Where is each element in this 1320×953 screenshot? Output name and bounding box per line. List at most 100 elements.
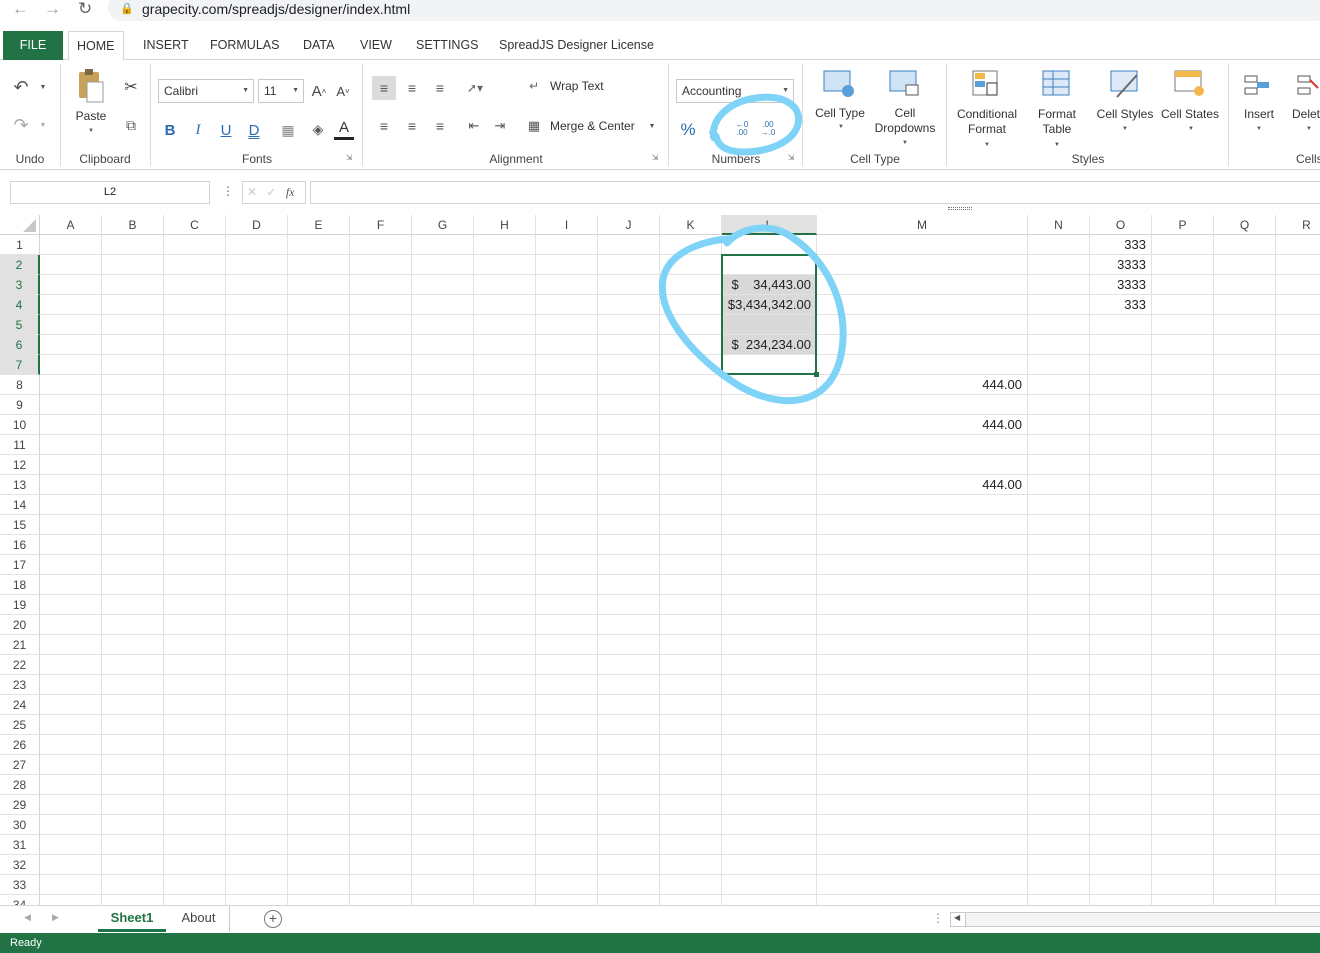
- row-header[interactable]: 10: [0, 415, 40, 435]
- tab-file[interactable]: FILE: [3, 31, 63, 60]
- row-header[interactable]: 11: [0, 435, 40, 455]
- row-header[interactable]: 13: [0, 475, 40, 495]
- undo-icon[interactable]: ↶: [8, 76, 34, 98]
- font-size-select[interactable]: 11 ▼: [258, 79, 304, 103]
- conditional-format-button[interactable]: Conditional Format: [952, 107, 1022, 137]
- row-header[interactable]: 27: [0, 755, 40, 775]
- orientation-icon[interactable]: ➚▾: [460, 76, 490, 100]
- chevron-down-icon[interactable]: ▼: [1304, 124, 1314, 134]
- tab-home[interactable]: HOME: [68, 31, 124, 61]
- chevron-down-icon[interactable]: ▼: [647, 121, 657, 131]
- cell-styles-button[interactable]: Cell Styles: [1094, 107, 1156, 122]
- row-header[interactable]: 31: [0, 835, 40, 855]
- row-header[interactable]: 26: [0, 735, 40, 755]
- paste-icon[interactable]: [76, 68, 106, 104]
- align-right-icon[interactable]: ≡: [428, 114, 452, 138]
- row-header[interactable]: 3: [0, 275, 40, 295]
- chevron-down-icon[interactable]: ▼: [982, 140, 992, 150]
- forward-arrow-icon[interactable]: →: [44, 0, 61, 18]
- column-header[interactable]: N: [1028, 215, 1090, 235]
- conditional-format-icon[interactable]: [970, 68, 1002, 100]
- delete-cells-icon[interactable]: [1296, 70, 1320, 100]
- more-options-icon[interactable]: ⋮: [222, 184, 234, 198]
- column-header[interactable]: E: [288, 215, 350, 235]
- row-header[interactable]: 1: [0, 235, 40, 255]
- column-header[interactable]: Q: [1214, 215, 1276, 235]
- tab-formulas[interactable]: FORMULAS: [202, 31, 287, 60]
- tab-view[interactable]: VIEW: [352, 31, 400, 60]
- add-sheet-icon[interactable]: +: [264, 910, 282, 928]
- column-header[interactable]: O: [1090, 215, 1152, 235]
- chevron-down-icon[interactable]: ▼: [1052, 140, 1062, 150]
- cell-type-icon[interactable]: [822, 68, 856, 100]
- url-text[interactable]: grapecity.com/spreadjs/designer/index.ht…: [142, 1, 410, 17]
- scroll-right-icon[interactable]: ▶: [52, 912, 59, 923]
- format-table-icon[interactable]: [1040, 68, 1074, 100]
- paste-dropdown-icon[interactable]: ▼: [86, 126, 96, 136]
- align-center-icon[interactable]: ≡: [400, 114, 424, 138]
- align-top-icon[interactable]: ≡: [372, 76, 396, 100]
- row-header[interactable]: 25: [0, 715, 40, 735]
- align-left-icon[interactable]: ≡: [372, 114, 396, 138]
- redo-icon[interactable]: ↷: [8, 114, 34, 136]
- increase-indent-icon[interactable]: ⇥: [488, 114, 512, 138]
- column-header[interactable]: G: [412, 215, 474, 235]
- cell-dropdowns-button[interactable]: Cell Dropdowns: [872, 106, 938, 136]
- column-header[interactable]: C: [164, 215, 226, 235]
- row-header[interactable]: 23: [0, 675, 40, 695]
- row-header[interactable]: 14: [0, 495, 40, 515]
- row-header[interactable]: 19: [0, 595, 40, 615]
- tab-license[interactable]: SpreadJS Designer License: [491, 31, 662, 60]
- row-header[interactable]: 20: [0, 615, 40, 635]
- row-header[interactable]: 33: [0, 875, 40, 895]
- chevron-down-icon[interactable]: ▼: [1254, 124, 1264, 134]
- row-header[interactable]: 8: [0, 375, 40, 395]
- delete-button[interactable]: Delet: [1292, 107, 1320, 122]
- scrollbar-left-arrow-icon[interactable]: ◀: [954, 913, 960, 922]
- row-header[interactable]: 12: [0, 455, 40, 475]
- font-family-select[interactable]: Calibri ▼: [158, 79, 254, 103]
- row-header[interactable]: 4: [0, 295, 40, 315]
- reload-icon[interactable]: ↻: [78, 0, 92, 18]
- spreadsheet-grid[interactable]: ABCDEFGHIJKLMNOPQR 1 2 3 4 5 6 7 8 9 10 11 12 13 14 15…: [0, 215, 1320, 905]
- row-header[interactable]: 17: [0, 555, 40, 575]
- confirm-icon[interactable]: ✓: [266, 185, 276, 199]
- column-header[interactable]: H: [474, 215, 536, 235]
- cell-m10[interactable]: 444.00: [821, 415, 1022, 435]
- redo-dropdown-icon[interactable]: ▼: [38, 118, 48, 132]
- cell-o4[interactable]: 333: [1094, 295, 1146, 315]
- column-header[interactable]: P: [1152, 215, 1214, 235]
- row-header[interactable]: 15: [0, 515, 40, 535]
- tab-data[interactable]: DATA: [295, 31, 342, 60]
- italic-button[interactable]: I: [190, 120, 206, 140]
- decrease-font-icon[interactable]: A ˅: [334, 80, 352, 102]
- cell-o3[interactable]: 3333: [1094, 275, 1146, 295]
- bold-button[interactable]: B: [162, 120, 178, 140]
- row-header[interactable]: 28: [0, 775, 40, 795]
- row-header[interactable]: 9: [0, 395, 40, 415]
- column-header[interactable]: B: [102, 215, 164, 235]
- resize-handle[interactable]: [948, 207, 972, 210]
- cell-states-button[interactable]: Cell States: [1158, 107, 1222, 122]
- cell-type-button[interactable]: Cell Type: [808, 106, 872, 121]
- wrap-text-button[interactable]: Wrap Text: [550, 79, 604, 94]
- insert-cells-icon[interactable]: [1242, 70, 1272, 100]
- row-header[interactable]: 34: [0, 895, 40, 905]
- scroll-left-icon[interactable]: ◀: [24, 912, 31, 923]
- row-header[interactable]: 24: [0, 695, 40, 715]
- percent-button[interactable]: %: [678, 118, 698, 142]
- insert-button[interactable]: Insert: [1236, 107, 1282, 122]
- row-header[interactable]: 21: [0, 635, 40, 655]
- sheet-tab-about[interactable]: About: [168, 906, 230, 932]
- name-box[interactable]: L2: [10, 181, 210, 204]
- row-header[interactable]: 29: [0, 795, 40, 815]
- row-header[interactable]: 16: [0, 535, 40, 555]
- chevron-down-icon[interactable]: ▼: [900, 138, 910, 148]
- splitter-icon[interactable]: ⋮: [932, 911, 944, 925]
- format-table-button[interactable]: Format Table: [1026, 107, 1088, 137]
- formula-input[interactable]: [310, 181, 1320, 204]
- cut-icon[interactable]: ✂: [120, 76, 142, 98]
- undo-dropdown-icon[interactable]: ▼: [38, 80, 48, 94]
- dialog-launcher-icon[interactable]: ⇲: [344, 152, 354, 162]
- column-header[interactable]: I: [536, 215, 598, 235]
